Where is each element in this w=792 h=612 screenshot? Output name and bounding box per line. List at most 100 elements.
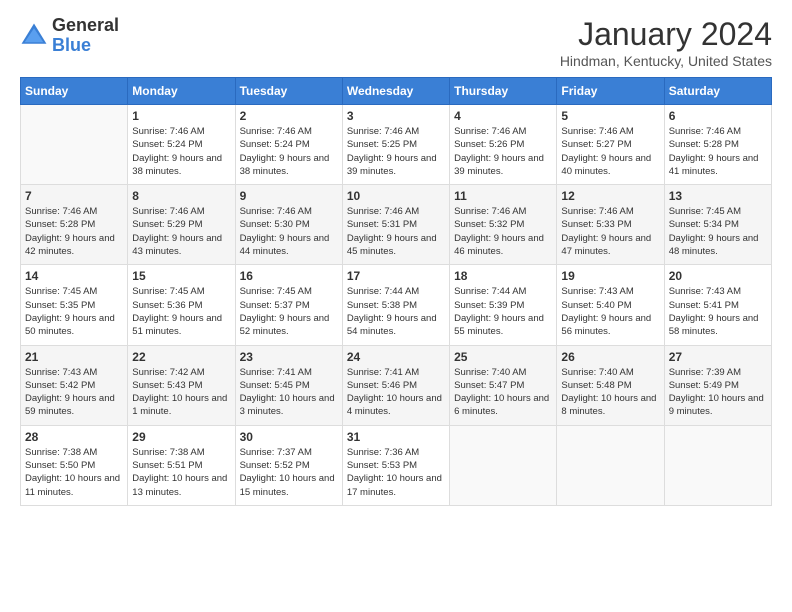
day-number: 4 <box>454 109 552 123</box>
day-number: 27 <box>669 350 767 364</box>
day-number: 3 <box>347 109 445 123</box>
day-number: 7 <box>25 189 123 203</box>
day-number: 19 <box>561 269 659 283</box>
calendar-cell: 3 Sunrise: 7:46 AMSunset: 5:25 PMDaylight… <box>342 105 449 185</box>
calendar-cell <box>450 425 557 505</box>
calendar-cell: 8Sunrise: 7:46 AMSunset: 5:29 PMDaylight… <box>128 185 235 265</box>
day-info: Sunrise: 7:44 AMSunset: 5:38 PMDaylight:… <box>347 285 445 338</box>
calendar-cell: 1 Sunrise: 7:46 AMSunset: 5:24 PMDaylight… <box>128 105 235 185</box>
calendar-cell: 5 Sunrise: 7:46 AMSunset: 5:27 PMDaylight… <box>557 105 664 185</box>
day-info: Sunrise: 7:46 AMSunset: 5:33 PMDaylight:… <box>561 205 659 258</box>
calendar-week-row: 21 Sunrise: 7:43 AMSunset: 5:42 PMDayligh… <box>21 345 772 425</box>
day-info: Sunrise: 7:44 AMSunset: 5:39 PMDaylight:… <box>454 285 552 338</box>
day-number: 29 <box>132 430 230 444</box>
calendar-cell: 10Sunrise: 7:46 AMSunset: 5:31 PMDayligh… <box>342 185 449 265</box>
day-info: Sunrise: 7:40 AMSunset: 5:48 PMDaylight:… <box>561 366 659 419</box>
day-info: Sunrise: 7:40 AMSunset: 5:47 PMDaylight:… <box>454 366 552 419</box>
calendar-cell: 27 Sunrise: 7:39 AMSunset: 5:49 PMDayligh… <box>664 345 771 425</box>
calendar-cell: 15 Sunrise: 7:45 AMSunset: 5:36 PMDayligh… <box>128 265 235 345</box>
calendar-cell: 14Sunrise: 7:45 AMSunset: 5:35 PMDayligh… <box>21 265 128 345</box>
calendar-cell: 23Sunrise: 7:41 AMSunset: 5:45 PMDayligh… <box>235 345 342 425</box>
calendar-cell: 20 Sunrise: 7:43 AMSunset: 5:41 PMDayligh… <box>664 265 771 345</box>
day-info: Sunrise: 7:46 AMSunset: 5:24 PMDaylight:… <box>132 125 230 178</box>
day-number: 24 <box>347 350 445 364</box>
calendar-cell: 26 Sunrise: 7:40 AMSunset: 5:48 PMDayligh… <box>557 345 664 425</box>
header-friday: Friday <box>557 78 664 105</box>
day-info: Sunrise: 7:45 AMSunset: 5:35 PMDaylight:… <box>25 285 123 338</box>
day-info: Sunrise: 7:43 AMSunset: 5:40 PMDaylight:… <box>561 285 659 338</box>
day-info: Sunrise: 7:46 AMSunset: 5:29 PMDaylight:… <box>132 205 230 258</box>
calendar-cell: 28 Sunrise: 7:38 AMSunset: 5:50 PMDayligh… <box>21 425 128 505</box>
day-number: 17 <box>347 269 445 283</box>
calendar-cell: 30 Sunrise: 7:37 AMSunset: 5:52 PMDayligh… <box>235 425 342 505</box>
calendar-cell: 31Sunrise: 7:36 AMSunset: 5:53 PMDayligh… <box>342 425 449 505</box>
calendar-header-row: SundayMondayTuesdayWednesdayThursdayFrid… <box>21 78 772 105</box>
calendar-cell: 12 Sunrise: 7:46 AMSunset: 5:33 PMDayligh… <box>557 185 664 265</box>
header-sunday: Sunday <box>21 78 128 105</box>
day-number: 23 <box>240 350 338 364</box>
header-thursday: Thursday <box>450 78 557 105</box>
day-number: 30 <box>240 430 338 444</box>
day-number: 18 <box>454 269 552 283</box>
day-number: 26 <box>561 350 659 364</box>
day-info: Sunrise: 7:38 AMSunset: 5:51 PMDaylight:… <box>132 446 230 499</box>
calendar-cell: 13 Sunrise: 7:45 AMSunset: 5:34 PMDayligh… <box>664 185 771 265</box>
calendar-cell: 29 Sunrise: 7:38 AMSunset: 5:51 PMDayligh… <box>128 425 235 505</box>
location: Hindman, Kentucky, United States <box>560 53 772 69</box>
calendar-table: SundayMondayTuesdayWednesdayThursdayFrid… <box>20 77 772 506</box>
day-info: Sunrise: 7:37 AMSunset: 5:52 PMDaylight:… <box>240 446 338 499</box>
day-number: 15 <box>132 269 230 283</box>
day-info: Sunrise: 7:36 AMSunset: 5:53 PMDaylight:… <box>347 446 445 499</box>
day-number: 21 <box>25 350 123 364</box>
calendar-cell <box>21 105 128 185</box>
day-info: Sunrise: 7:45 AMSunset: 5:36 PMDaylight:… <box>132 285 230 338</box>
calendar-cell: 22 Sunrise: 7:42 AMSunset: 5:43 PMDayligh… <box>128 345 235 425</box>
header-saturday: Saturday <box>664 78 771 105</box>
day-number: 22 <box>132 350 230 364</box>
calendar-cell: 24Sunrise: 7:41 AMSunset: 5:46 PMDayligh… <box>342 345 449 425</box>
day-info: Sunrise: 7:46 AMSunset: 5:31 PMDaylight:… <box>347 205 445 258</box>
calendar-cell: 16Sunrise: 7:45 AMSunset: 5:37 PMDayligh… <box>235 265 342 345</box>
day-number: 25 <box>454 350 552 364</box>
day-number: 5 <box>561 109 659 123</box>
day-info: Sunrise: 7:46 AMSunset: 5:27 PMDaylight:… <box>561 125 659 178</box>
calendar-cell: 4 Sunrise: 7:46 AMSunset: 5:26 PMDaylight… <box>450 105 557 185</box>
day-number: 13 <box>669 189 767 203</box>
day-info: Sunrise: 7:45 AMSunset: 5:34 PMDaylight:… <box>669 205 767 258</box>
day-number: 11 <box>454 189 552 203</box>
header-tuesday: Tuesday <box>235 78 342 105</box>
day-info: Sunrise: 7:43 AMSunset: 5:41 PMDaylight:… <box>669 285 767 338</box>
calendar-cell: 19 Sunrise: 7:43 AMSunset: 5:40 PMDayligh… <box>557 265 664 345</box>
header-monday: Monday <box>128 78 235 105</box>
logo: General Blue <box>20 16 119 56</box>
logo-general: General <box>52 15 119 35</box>
day-number: 28 <box>25 430 123 444</box>
calendar-cell: 25 Sunrise: 7:40 AMSunset: 5:47 PMDayligh… <box>450 345 557 425</box>
day-number: 20 <box>669 269 767 283</box>
title-block: January 2024 Hindman, Kentucky, United S… <box>560 16 772 69</box>
calendar-week-row: 1 Sunrise: 7:46 AMSunset: 5:24 PMDaylight… <box>21 105 772 185</box>
calendar-cell <box>557 425 664 505</box>
day-info: Sunrise: 7:38 AMSunset: 5:50 PMDaylight:… <box>25 446 123 499</box>
calendar-cell: 21 Sunrise: 7:43 AMSunset: 5:42 PMDayligh… <box>21 345 128 425</box>
day-number: 12 <box>561 189 659 203</box>
day-number: 1 <box>132 109 230 123</box>
day-number: 2 <box>240 109 338 123</box>
calendar-week-row: 7 Sunrise: 7:46 AMSunset: 5:28 PMDaylight… <box>21 185 772 265</box>
day-info: Sunrise: 7:46 AMSunset: 5:28 PMDaylight:… <box>25 205 123 258</box>
day-info: Sunrise: 7:42 AMSunset: 5:43 PMDaylight:… <box>132 366 230 419</box>
calendar-cell: 9Sunrise: 7:46 AMSunset: 5:30 PMDaylight… <box>235 185 342 265</box>
day-info: Sunrise: 7:46 AMSunset: 5:26 PMDaylight:… <box>454 125 552 178</box>
day-number: 6 <box>669 109 767 123</box>
header-wednesday: Wednesday <box>342 78 449 105</box>
day-info: Sunrise: 7:46 AMSunset: 5:25 PMDaylight:… <box>347 125 445 178</box>
month-title: January 2024 <box>560 16 772 53</box>
calendar-cell: 11 Sunrise: 7:46 AMSunset: 5:32 PMDayligh… <box>450 185 557 265</box>
calendar-week-row: 14Sunrise: 7:45 AMSunset: 5:35 PMDayligh… <box>21 265 772 345</box>
day-info: Sunrise: 7:46 AMSunset: 5:24 PMDaylight:… <box>240 125 338 178</box>
day-info: Sunrise: 7:46 AMSunset: 5:30 PMDaylight:… <box>240 205 338 258</box>
day-info: Sunrise: 7:43 AMSunset: 5:42 PMDaylight:… <box>25 366 123 419</box>
day-info: Sunrise: 7:39 AMSunset: 5:49 PMDaylight:… <box>669 366 767 419</box>
logo-icon <box>20 22 48 50</box>
day-info: Sunrise: 7:46 AMSunset: 5:32 PMDaylight:… <box>454 205 552 258</box>
